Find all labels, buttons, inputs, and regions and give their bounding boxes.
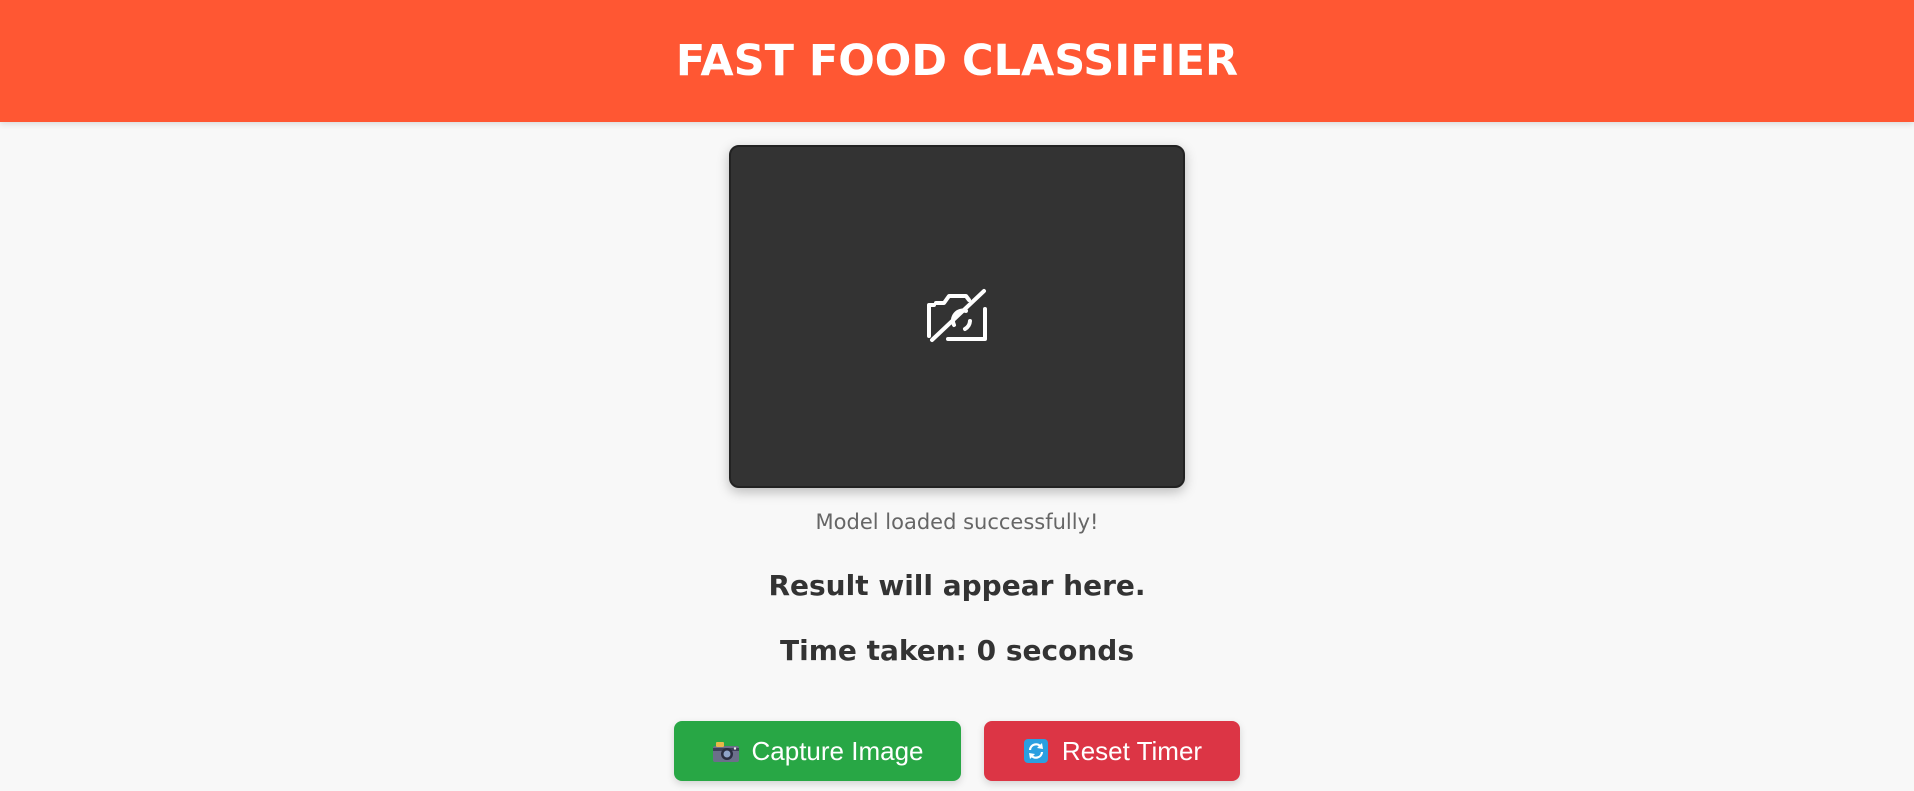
reset-timer-label: Reset Timer	[1061, 735, 1203, 766]
camera-icon	[712, 739, 740, 763]
reset-timer-button[interactable]: Reset Timer	[984, 721, 1240, 781]
refresh-icon	[1022, 739, 1050, 763]
app-header: FAST FOOD CLASSIFIER	[0, 0, 1914, 122]
button-bar: Capture Image Reset Timer	[674, 721, 1240, 781]
camera-off-icon	[926, 287, 988, 347]
camera-preview	[729, 145, 1185, 488]
status-message: Model loaded successfully!	[815, 510, 1099, 534]
capture-image-button[interactable]: Capture Image	[674, 721, 961, 781]
result-text: Result will appear here.	[768, 569, 1146, 602]
capture-image-label: Capture Image	[751, 735, 924, 766]
main-content: Model loaded successfully! Result will a…	[0, 122, 1914, 781]
timer-text: Time taken: 0 seconds	[780, 634, 1134, 667]
page-title: FAST FOOD CLASSIFIER	[675, 36, 1239, 86]
